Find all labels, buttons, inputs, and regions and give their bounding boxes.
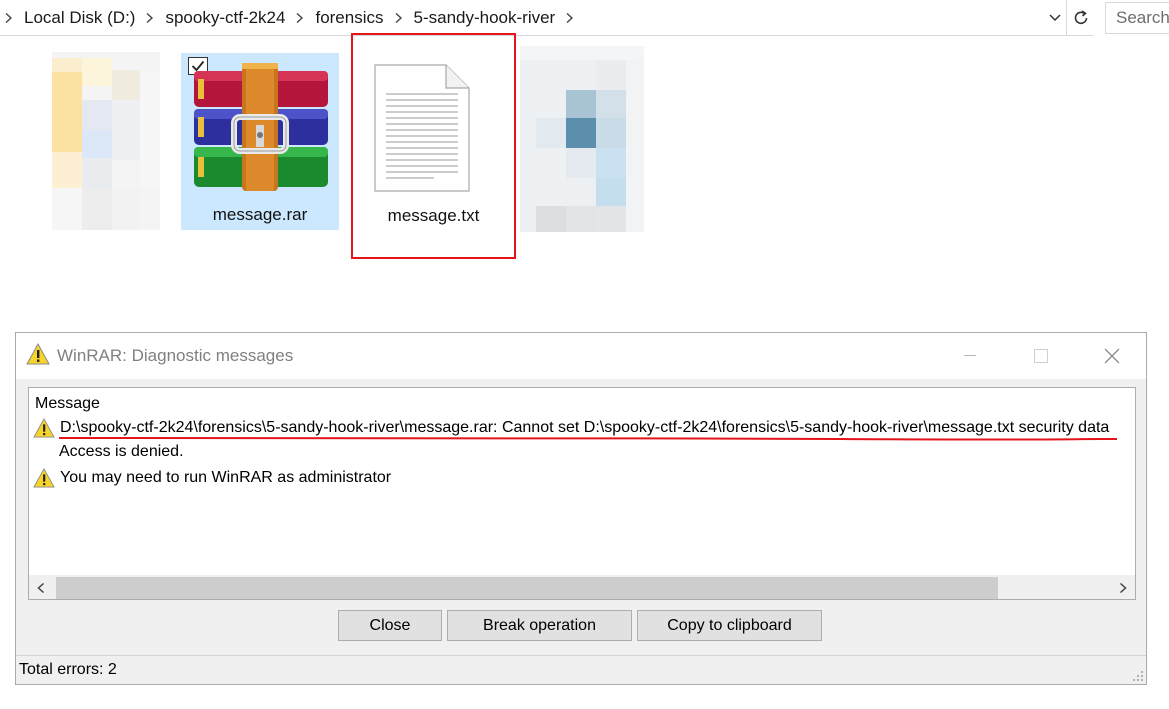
warning-icon: [26, 342, 50, 370]
maximize-button[interactable]: [1021, 341, 1061, 371]
scroll-left-button[interactable]: [29, 576, 53, 600]
pixelated-file-thumbnail[interactable]: [520, 46, 644, 232]
chevron-right-icon[interactable]: [141, 12, 159, 23]
refresh-icon: [1074, 10, 1087, 25]
breadcrumb-current-folder[interactable]: 5-sandy-hook-river: [408, 8, 562, 28]
file-item-message-txt[interactable]: message.txt: [351, 33, 516, 259]
maximize-icon: [1034, 349, 1048, 363]
chevron-down-icon: [1049, 14, 1061, 22]
horizontal-scrollbar[interactable]: [29, 575, 1135, 599]
chevron-right-icon: [1119, 583, 1127, 593]
breadcrumb-forensics[interactable]: forensics: [309, 8, 389, 28]
file-item-message-rar[interactable]: message.rar: [181, 53, 339, 230]
chevron-right-icon[interactable]: [561, 12, 579, 23]
text-document-icon: [374, 64, 470, 192]
message-text: Access is denied.: [59, 443, 184, 460]
file-name: message.txt: [387, 206, 480, 225]
resize-grip-icon[interactable]: [1132, 670, 1144, 682]
copy-to-clipboard-button[interactable]: Copy to clipboard: [637, 610, 822, 641]
list-item[interactable]: You may need to run WinRAR as administra…: [33, 468, 391, 488]
status-bar: Total errors: 2: [16, 655, 1146, 684]
break-operation-button[interactable]: Break operation: [447, 610, 632, 641]
scroll-right-button[interactable]: [1111, 576, 1135, 600]
dialog-titlebar[interactable]: WinRAR: Diagnostic messages: [16, 333, 1146, 379]
breadcrumb-local-disk[interactable]: Local Disk (D:): [18, 8, 141, 28]
winrar-diagnostic-dialog: WinRAR: Diagnostic messages Message D:\s…: [15, 332, 1147, 685]
chevron-right-icon[interactable]: [390, 12, 408, 23]
message-list[interactable]: Message D:\spooky-ctf-2k24\forensics\5-s…: [28, 387, 1136, 600]
winrar-archive-icon: [194, 63, 328, 191]
chevron-right-icon[interactable]: [0, 12, 18, 23]
column-header-message[interactable]: Message: [35, 395, 100, 413]
close-button[interactable]: Close: [338, 610, 442, 641]
minimize-icon: [964, 355, 976, 356]
red-underline-annotation: [59, 437, 1117, 441]
message-text: D:\spooky-ctf-2k24\forensics\5-sandy-hoo…: [60, 419, 1110, 436]
dialog-title: WinRAR: Diagnostic messages: [57, 346, 294, 365]
file-name: message.rar: [212, 205, 308, 224]
chevron-right-icon[interactable]: [291, 12, 309, 23]
search-placeholder: Search: [1116, 8, 1169, 27]
refresh-button[interactable]: [1066, 0, 1094, 36]
message-text: You may need to run WinRAR as administra…: [60, 469, 392, 486]
total-errors-status: Total errors: 2: [19, 661, 117, 678]
list-item[interactable]: Access is denied.: [59, 443, 184, 461]
address-bar[interactable]: Local Disk (D:) spooky-ctf-2k24 forensic…: [0, 0, 1094, 36]
pixelated-file-thumbnail[interactable]: [52, 52, 160, 230]
breadcrumb-spooky-ctf[interactable]: spooky-ctf-2k24: [159, 8, 291, 28]
search-box[interactable]: Search: [1105, 2, 1169, 34]
close-window-button[interactable]: [1092, 341, 1132, 371]
minimize-button[interactable]: [950, 341, 990, 371]
warning-icon: [33, 418, 55, 438]
close-icon: [1104, 348, 1120, 364]
history-dropdown-button[interactable]: [1044, 0, 1066, 36]
chevron-left-icon: [37, 583, 45, 593]
warning-icon: [33, 468, 55, 488]
scrollbar-thumb[interactable]: [56, 577, 998, 599]
list-item[interactable]: D:\spooky-ctf-2k24\forensics\5-sandy-hoo…: [33, 418, 1109, 438]
